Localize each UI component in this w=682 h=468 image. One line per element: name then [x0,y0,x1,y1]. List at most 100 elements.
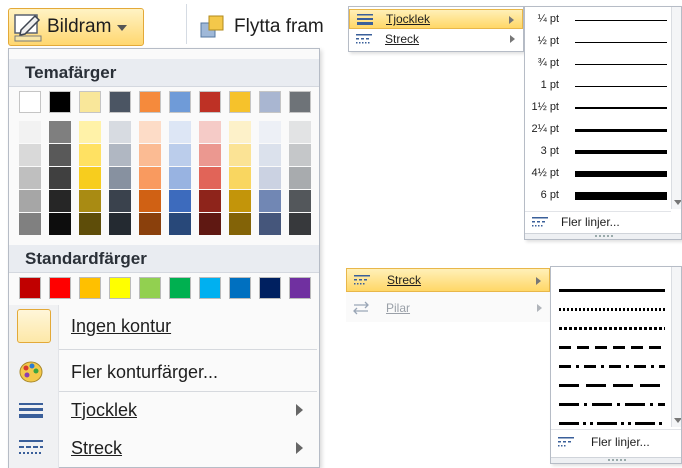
theme-shade-swatch[interactable] [169,213,191,235]
theme-shade-swatch[interactable] [259,167,281,189]
theme-shade-swatch[interactable] [79,121,101,143]
standard-color-swatch[interactable] [169,277,191,299]
dash-style-option[interactable] [559,279,665,292]
theme-shade-swatch[interactable] [289,144,311,166]
bring-forward-button[interactable]: Flytta fram [200,10,324,44]
theme-shade-swatch[interactable] [229,144,251,166]
theme-shade-swatch[interactable] [259,121,281,143]
theme-shade-swatch[interactable] [169,144,191,166]
theme-color-swatch[interactable] [259,91,281,113]
theme-color-swatch[interactable] [19,91,41,113]
dash-style-option[interactable] [559,317,665,330]
theme-color-swatch[interactable] [139,91,161,113]
weight-option[interactable]: 2¼ pt [525,119,669,141]
dash-style-option[interactable] [559,336,665,349]
weight-option[interactable]: 1 pt [525,75,669,97]
standard-color-swatch[interactable] [19,277,41,299]
bildram-button[interactable]: Bildram [8,8,144,46]
theme-shade-swatch[interactable] [289,121,311,143]
weight-option[interactable]: ¼ pt [525,9,669,31]
theme-shade-swatch[interactable] [199,121,221,143]
theme-shade-swatch[interactable] [19,121,41,143]
dashes-parent-item[interactable]: Streck [349,29,523,49]
standard-color-swatch[interactable] [139,277,161,299]
theme-shade-swatch[interactable] [139,167,161,189]
standard-color-swatch[interactable] [109,277,131,299]
theme-color-swatch[interactable] [79,91,101,113]
standard-color-swatch[interactable] [49,277,71,299]
dash-style-option[interactable] [559,412,665,425]
scroll-down-icon[interactable] [674,200,681,205]
theme-shade-swatch[interactable] [49,121,71,143]
theme-shade-swatch[interactable] [109,213,131,235]
no-outline-item[interactable]: Ingen kontur [9,307,319,345]
dashes-item[interactable]: Streck [9,429,319,467]
theme-shade-swatch[interactable] [49,144,71,166]
standard-color-swatch[interactable] [199,277,221,299]
theme-shade-swatch[interactable] [289,213,311,235]
dashes-parent-item[interactable]: Streck [346,268,550,292]
theme-color-swatch[interactable] [49,91,71,113]
dash-style-option[interactable] [559,355,665,368]
theme-shade-swatch[interactable] [259,213,281,235]
theme-shade-swatch[interactable] [199,167,221,189]
theme-shade-swatch[interactable] [289,190,311,212]
theme-color-swatch[interactable] [289,91,311,113]
theme-shade-swatch[interactable] [49,190,71,212]
weight-scrollbar[interactable] [671,7,681,209]
theme-color-swatch[interactable] [109,91,131,113]
more-lines-item[interactable]: Fler linjer... [551,429,681,453]
dash-style-option[interactable] [559,298,665,311]
theme-shade-swatch[interactable] [139,121,161,143]
standard-color-swatch[interactable] [289,277,311,299]
weight-option[interactable]: 3 pt [525,141,669,163]
theme-shade-swatch[interactable] [109,190,131,212]
theme-shade-swatch[interactable] [169,121,191,143]
theme-shade-swatch[interactable] [19,167,41,189]
dash-style-option[interactable] [559,374,665,387]
standard-color-swatch[interactable] [259,277,281,299]
resize-grip[interactable] [551,457,681,463]
arrows-parent-item[interactable]: Pilar [346,296,550,320]
theme-shade-swatch[interactable] [289,167,311,189]
theme-shade-swatch[interactable] [109,121,131,143]
theme-shade-swatch[interactable] [79,190,101,212]
theme-shade-swatch[interactable] [259,144,281,166]
theme-shade-swatch[interactable] [109,167,131,189]
theme-shade-swatch[interactable] [139,190,161,212]
theme-shade-swatch[interactable] [199,144,221,166]
theme-shade-swatch[interactable] [169,190,191,212]
theme-shade-swatch[interactable] [229,190,251,212]
theme-shade-swatch[interactable] [49,213,71,235]
theme-shade-swatch[interactable] [199,190,221,212]
weight-parent-item[interactable]: Tjocklek [349,9,523,29]
weight-option[interactable]: ½ pt [525,31,669,53]
theme-shade-swatch[interactable] [169,167,191,189]
theme-shade-swatch[interactable] [49,167,71,189]
theme-shade-swatch[interactable] [259,190,281,212]
scroll-down-icon[interactable] [674,418,681,423]
theme-shade-swatch[interactable] [139,213,161,235]
theme-shade-swatch[interactable] [139,144,161,166]
weight-option[interactable]: ¾ pt [525,53,669,75]
theme-color-swatch[interactable] [229,91,251,113]
theme-shade-swatch[interactable] [79,144,101,166]
theme-shade-swatch[interactable] [199,213,221,235]
dashes-scrollbar[interactable] [671,267,681,427]
more-outline-colors-item[interactable]: Fler konturfärger... [9,353,319,391]
theme-shade-swatch[interactable] [79,213,101,235]
theme-shade-swatch[interactable] [229,121,251,143]
theme-shade-swatch[interactable] [19,190,41,212]
weight-option[interactable]: 1½ pt [525,97,669,119]
standard-color-swatch[interactable] [79,277,101,299]
weight-option[interactable]: 6 pt [525,185,669,207]
theme-shade-swatch[interactable] [79,167,101,189]
theme-color-swatch[interactable] [199,91,221,113]
theme-shade-swatch[interactable] [19,144,41,166]
theme-shade-swatch[interactable] [19,213,41,235]
weight-item[interactable]: Tjocklek [9,391,319,429]
theme-shade-swatch[interactable] [109,144,131,166]
more-lines-item[interactable]: Fler linjer... [525,211,671,231]
theme-shade-swatch[interactable] [229,213,251,235]
theme-shade-swatch[interactable] [229,167,251,189]
